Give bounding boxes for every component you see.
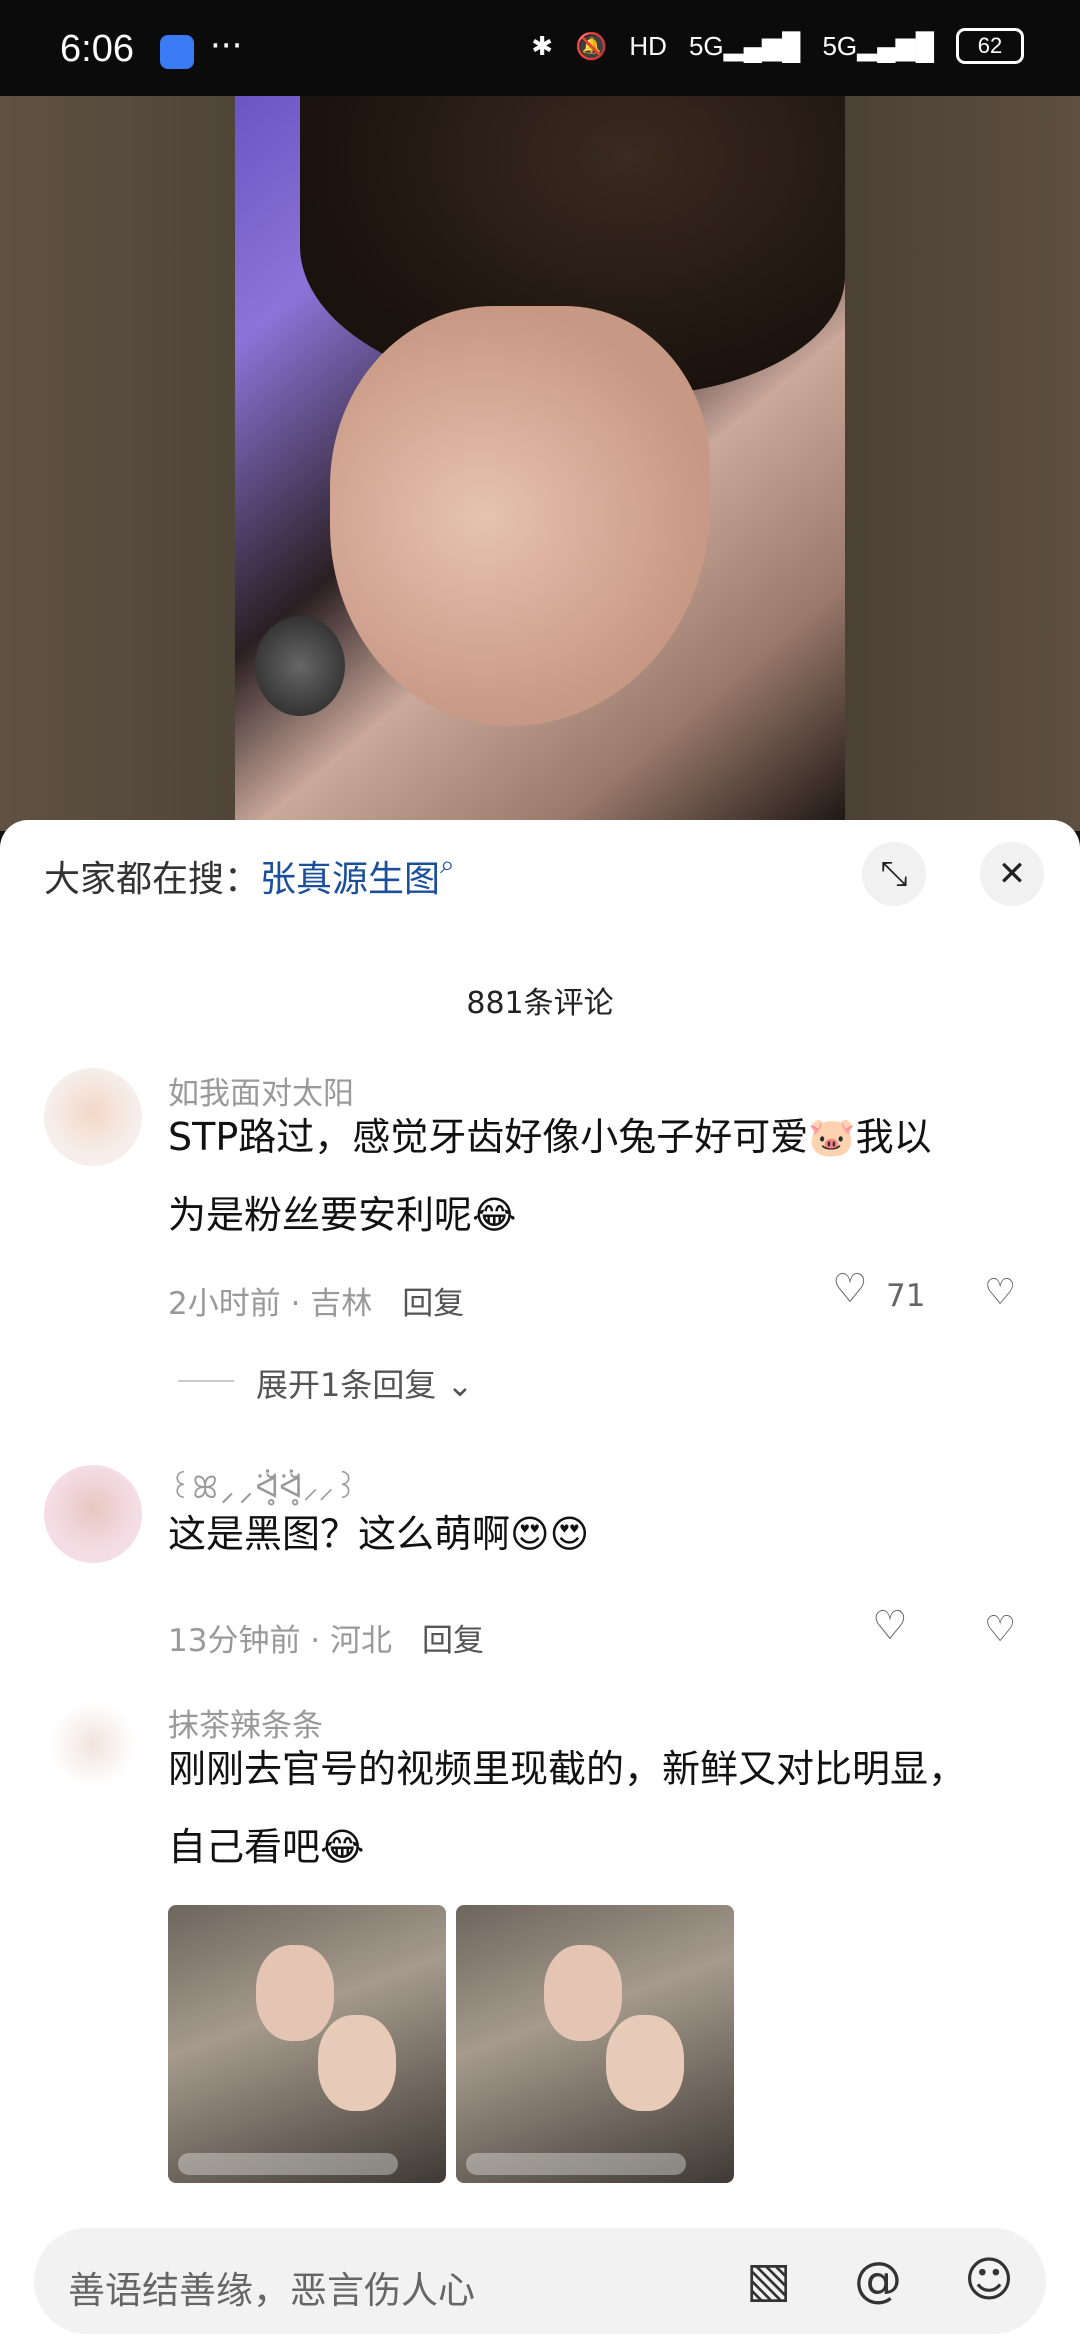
avatar[interactable] [44,1465,142,1563]
comment-input[interactable]: 善语结善缘，恶言伤人心 ▧ @ ☺ [34,2228,1046,2334]
close-icon: ✕ [997,854,1027,894]
like-count: 71 [886,1278,926,1314]
comment-meta: 13分钟前 · 河北 回复 [168,1623,485,1659]
chevron-down-icon: ⌄ [446,1366,474,1404]
app-notification-icon [160,35,194,69]
reply-button[interactable]: 回复 [402,1286,464,1322]
comment-meta: 2小时前 · 吉林 回复 [168,1286,465,1322]
reply-button[interactable]: 回复 [422,1623,484,1659]
hd-icon: HD [629,30,667,61]
bluetooth-icon: ✱ [531,30,553,61]
comment-text: 这是黑图？这么萌啊😍😍 [168,1512,590,1556]
more-notifications-icon: ··· [210,26,243,66]
comment-text: STP路过，感觉牙齿好像小兔子好可爱🐷我以 为是粉丝要安利呢😂 [168,1115,932,1237]
signal-2-icon: 5G▂▄▆█ [822,30,934,61]
mute-icon: 🔕 [575,30,608,61]
comment-image[interactable] [168,1905,446,2183]
dislike-icon[interactable]: ♡ [984,1609,1016,1650]
comments-sheet: 大家都在搜：张真源生图⌕ ⤡ ✕ 881条评论 如我面对太阳 STP路过，感觉牙… [0,820,1080,2344]
battery-icon: 62 [956,28,1024,64]
status-bar: 6:06 ··· ✱ 🔕 HD 5G▂▄▆█ 5G▂▄▆█ 62 [0,0,1080,96]
trending-search-term[interactable]: 张真源生图 [260,859,440,900]
expand-icon: ⤡ [880,854,908,894]
mention-icon[interactable]: @ [854,2252,902,2308]
avatar[interactable] [44,1700,142,1798]
comment-count: 881条评论 [466,986,614,1021]
expand-button[interactable]: ⤡ [862,842,926,906]
comment-image[interactable] [456,1905,734,2183]
image-icon[interactable]: ▧ [746,2252,791,2308]
expand-replies-button[interactable]: 展开1条回复 ⌄ [256,1360,473,1406]
trending-search[interactable]: 大家都在搜：张真源生图⌕ [44,850,455,902]
post-image-area[interactable] [0,96,1080,831]
comment-text: 刚刚去官号的视频里现截的，新鲜又对比明显， 自己看吧😂 [168,1747,967,1869]
comment-input-placeholder: 善语结善缘，恶言伤人心 [68,2269,475,2312]
clock: 6:06 [60,28,134,70]
microphone-graphic [255,616,345,716]
signal-1-icon: 5G▂▄▆█ [688,30,801,61]
close-button[interactable]: ✕ [980,842,1044,906]
search-icon: ⌕ [440,850,455,880]
dislike-icon[interactable]: ♡ [984,1272,1016,1313]
avatar[interactable] [44,1068,142,1166]
emoji-icon[interactable]: ☺ [964,2252,1014,2308]
like-icon[interactable]: ♡ [832,1266,868,1312]
like-icon[interactable]: ♡ [872,1603,908,1649]
